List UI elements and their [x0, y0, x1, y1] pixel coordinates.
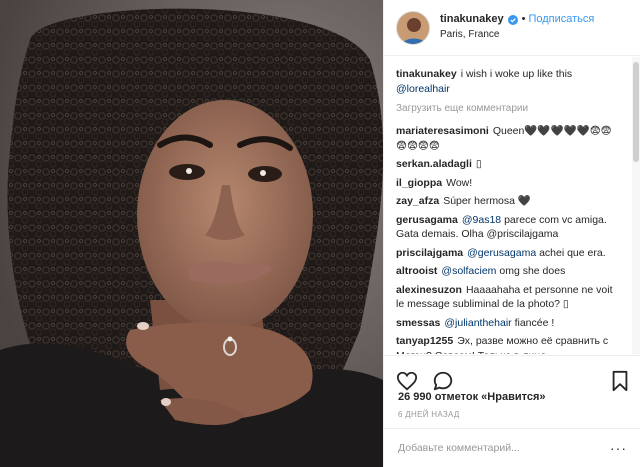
- comment-text: Súper hermosa 🖤: [443, 195, 531, 207]
- add-comment-input[interactable]: [398, 442, 610, 454]
- comment-icon[interactable]: [432, 370, 454, 392]
- comments-scrollbar[interactable]: [633, 62, 639, 162]
- comment-username[interactable]: priscilajgama: [396, 247, 463, 259]
- follow-button[interactable]: Подписаться: [528, 13, 594, 27]
- location-link[interactable]: Paris, France: [440, 29, 594, 42]
- comment-item: altrooist @solfaciem omg she does: [396, 264, 621, 279]
- comment-username[interactable]: gerusagama: [396, 214, 458, 226]
- post-header-text: tinakunakey • Подписаться Paris, France: [440, 13, 594, 41]
- separator-dot: •: [521, 13, 526, 26]
- comment-item: smessas @julianthehair fiancée !: [396, 316, 621, 331]
- portrait-image: [0, 0, 383, 467]
- comment-mention[interactable]: @julianthehair: [444, 317, 511, 329]
- post-side-panel: tinakunakey • Подписаться Paris, France …: [383, 0, 640, 467]
- comments-list: tinakunakey i wish i woke up like this @l…: [384, 57, 629, 354]
- likes-count[interactable]: 26 990 отметок «Нравится»: [398, 391, 546, 403]
- more-options-icon[interactable]: ···: [610, 440, 627, 456]
- comment-username[interactable]: il_gioppa: [396, 177, 442, 189]
- comment-item: tanyap1255 Эх, разве можно её сравнить с …: [396, 334, 621, 354]
- comment-username[interactable]: altrooist: [396, 265, 437, 277]
- comment-mention[interactable]: @gerusagama: [467, 247, 536, 259]
- comment-text: achei que era.: [539, 246, 606, 259]
- post-timestamp[interactable]: 6 ДНЕЙ НАЗАД: [398, 410, 460, 419]
- comment-item: priscilajgama @gerusagama achei que era.: [396, 246, 621, 261]
- comment-username[interactable]: alexinesuzon: [396, 284, 462, 296]
- comment-item: zay_afza Súper hermosa 🖤: [396, 194, 621, 209]
- comment-item: serkan.aladagli ▯: [396, 157, 621, 172]
- caption-mention[interactable]: @lorealhair: [396, 83, 450, 95]
- comment-text: fiancée !: [514, 316, 555, 329]
- comment-text: ▯: [475, 158, 482, 170]
- comment-username[interactable]: smessas: [396, 317, 440, 329]
- caption: tinakunakey i wish i woke up like this @l…: [396, 67, 621, 96]
- comment-item: gerusagama @9as18 parece com vc amiga. Ga…: [396, 213, 621, 242]
- avatar[interactable]: [396, 10, 430, 45]
- comment-username[interactable]: mariateresasimoni: [396, 125, 489, 137]
- comment-mention[interactable]: @9as18: [462, 214, 501, 226]
- post-photo[interactable]: [0, 0, 383, 467]
- header-username[interactable]: tinakunakey: [440, 13, 504, 27]
- header-row: tinakunakey • Подписаться: [440, 13, 594, 27]
- caption-username[interactable]: tinakunakey: [396, 68, 457, 80]
- comment-item: il_gioppa Wow!: [396, 176, 621, 191]
- comment-mention[interactable]: @solfaciem: [441, 265, 496, 277]
- comment-username[interactable]: zay_afza: [396, 195, 439, 207]
- load-more-comments-button[interactable]: Загрузить еще комментарии: [396, 102, 621, 116]
- comment-username[interactable]: tanyap1255: [396, 335, 453, 347]
- comment-username[interactable]: serkan.aladagli: [396, 158, 472, 170]
- verified-badge-icon: [507, 15, 518, 26]
- post-header: tinakunakey • Подписаться Paris, France: [384, 0, 640, 56]
- comment-text: Wow!: [446, 176, 473, 189]
- heart-icon[interactable]: [396, 370, 418, 392]
- comment-text: omg she does: [499, 265, 566, 277]
- comment-item: mariateresasimoni Queen🖤🖤🖤🖤🖤😨😨😨😨😨😨: [396, 124, 621, 153]
- comment-item: alexinesuzon Haaaahaha et personne ne voi…: [396, 283, 621, 312]
- bookmark-icon[interactable]: [609, 370, 631, 392]
- action-bar: [384, 355, 640, 395]
- add-comment-bar: ···: [384, 428, 640, 467]
- caption-text: i wish i woke up like this: [460, 68, 573, 80]
